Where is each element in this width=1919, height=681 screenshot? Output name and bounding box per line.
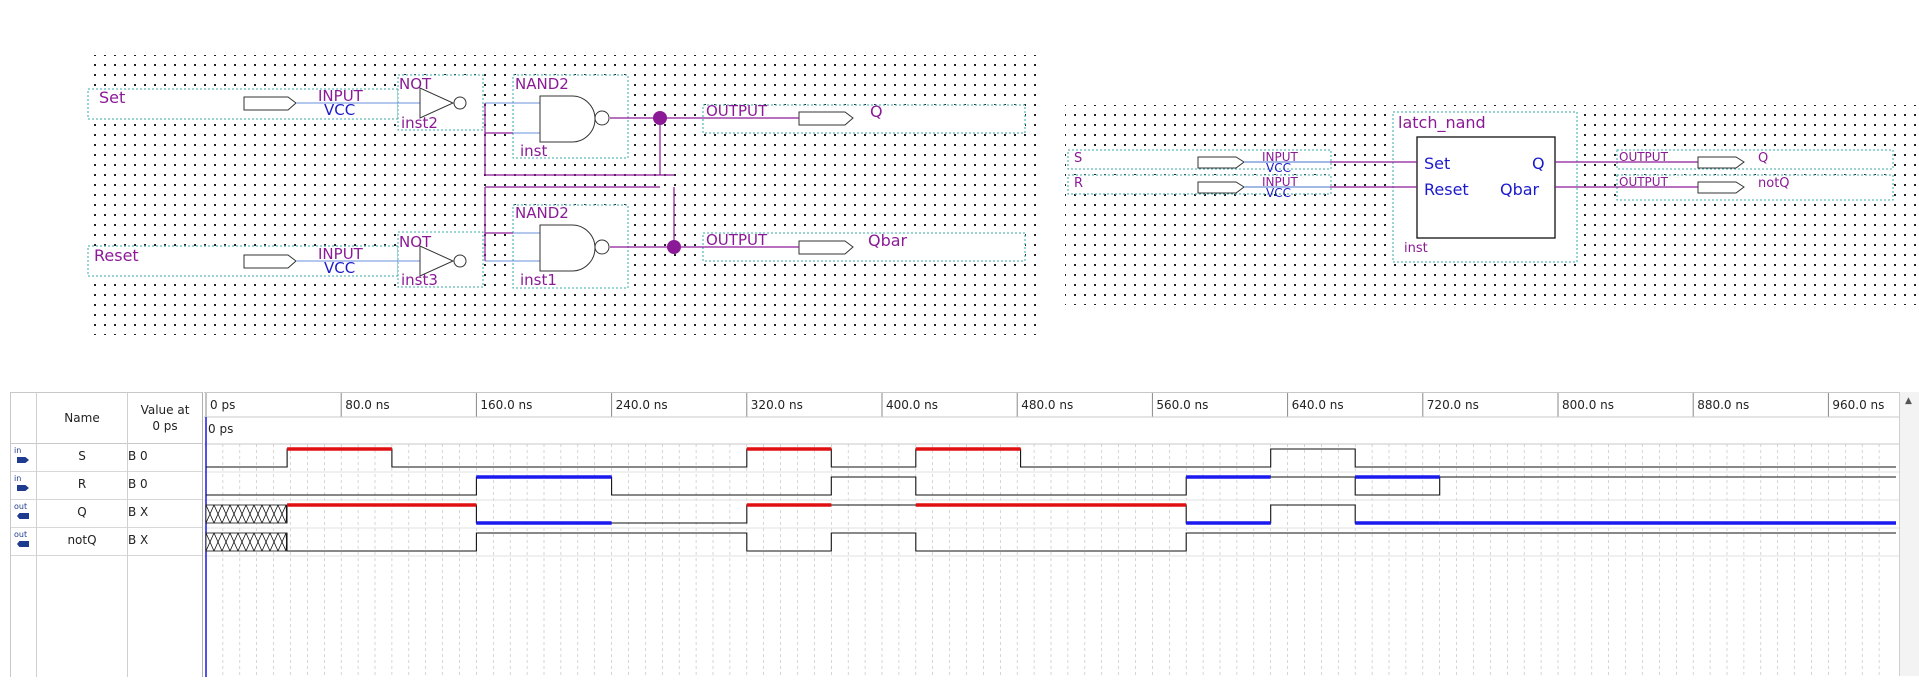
q-output-label: OUTPUT [1619, 150, 1669, 164]
schematic-canvas[interactable]: Set Reset INPUT VCC INPUT VCC NOT inst2 … [0, 0, 1919, 390]
signal-row-r[interactable]: in R B 0 [11, 472, 202, 500]
r-label: R [1074, 176, 1083, 191]
junction-dot-q [653, 111, 667, 125]
r-input-pin[interactable] [1197, 181, 1245, 194]
port-reset-label: Reset [1424, 180, 1469, 199]
signal-trace [287, 532, 1896, 552]
signal-row-s[interactable]: in S B 0 [11, 444, 202, 472]
port-q-label: Q [1532, 154, 1545, 173]
output-port-icon: out [13, 531, 35, 551]
input-port-icon: in [13, 447, 35, 467]
signal-value: B X [128, 533, 149, 547]
time-label: 720.0 ns [1427, 398, 1479, 412]
nand-top-label: NAND2 [515, 75, 569, 93]
signal-name: Q [77, 505, 87, 519]
output-port-icon: out [13, 503, 35, 523]
set-input-pin[interactable] [243, 96, 297, 111]
signal-value: B 0 [128, 449, 148, 463]
header-value-line2: 0 ps [152, 419, 178, 433]
input-port-icon: in [13, 475, 35, 495]
time-label: 480.0 ns [1021, 398, 1073, 412]
not-bottom-label: NOT [399, 233, 432, 251]
r-vcc-label: VCC [1266, 186, 1291, 200]
s-input-pin[interactable] [1197, 156, 1245, 169]
signal-name: notQ [67, 533, 97, 547]
signal-name: R [77, 477, 87, 491]
q-output-pin[interactable] [798, 111, 854, 126]
s-label: S [1074, 151, 1082, 166]
waveform-panel: Name Value at 0 ps in S B 0 in R B 0 out… [0, 390, 1919, 677]
waveform-area[interactable]: 0 ps 80.0 ns 160.0 ns 240.0 ns 320.0 ns 400.0… [204, 392, 1899, 677]
inst3-label: inst3 [401, 271, 438, 289]
q-out-name: Q [1758, 151, 1768, 166]
time-label: 160.0 ns [480, 398, 532, 412]
signal-table: Name Value at 0 ps in S B 0 in R B 0 out… [10, 392, 203, 677]
header-name[interactable]: Name [37, 393, 128, 444]
cursor-label: 0 ps [208, 422, 233, 436]
port-qbar-label: Qbar [1500, 180, 1540, 199]
reset-vcc-label: VCC [324, 259, 355, 277]
s-vcc-label: VCC [1266, 161, 1291, 175]
time-label: 800.0 ns [1562, 398, 1614, 412]
time-label: 240.0 ns [616, 398, 668, 412]
signal-row-q[interactable]: out Q B X [11, 500, 202, 528]
block-title: latch_nand [1398, 113, 1486, 133]
block-inst-label: inst [1404, 241, 1428, 256]
output-qbar-label: OUTPUT [706, 231, 768, 249]
reset-input-pin[interactable] [243, 254, 297, 269]
time-label: 80.0 ns [345, 398, 389, 412]
notq-out-name: notQ [1758, 176, 1790, 191]
nand-bottom-label: NAND2 [515, 204, 569, 222]
qbar-name-label: Qbar [868, 231, 908, 250]
reset-label: Reset [94, 246, 139, 265]
not-top-label: NOT [399, 75, 432, 93]
time-label: 880.0 ns [1697, 398, 1749, 412]
time-label: 320.0 ns [751, 398, 803, 412]
scroll-up-icon[interactable]: ▲ [1905, 396, 1912, 406]
signal-value: B 0 [128, 477, 148, 491]
col-divider [127, 393, 128, 677]
q-out-pin[interactable] [1697, 156, 1745, 169]
header-icon-column [11, 393, 37, 444]
signal-row-notq[interactable]: out notQ B X [11, 528, 202, 556]
time-label: 560.0 ns [1156, 398, 1208, 412]
inst2-label: inst2 [401, 114, 438, 132]
signal-name: S [78, 449, 86, 463]
time-label: 400.0 ns [886, 398, 938, 412]
vertical-scrollbar[interactable]: ▲ [1899, 392, 1919, 676]
header-value-line1: Value at [140, 403, 190, 417]
inst1-label: inst1 [520, 271, 557, 289]
signal-trace [287, 504, 1896, 524]
qbar-output-pin[interactable] [798, 240, 854, 255]
header-value[interactable]: Value at 0 ps [128, 393, 202, 444]
notq-output-label: OUTPUT [1619, 175, 1669, 189]
signal-value: B X [128, 505, 149, 519]
junction-dot-qbar [667, 240, 681, 254]
output-q-label: OUTPUT [706, 102, 768, 120]
col-divider [36, 393, 37, 677]
q-name-label: Q [870, 102, 883, 121]
time-label: 960.0 ns [1832, 398, 1884, 412]
time-label: 640.0 ns [1292, 398, 1344, 412]
inst-label: inst [520, 142, 547, 160]
notq-out-pin[interactable] [1697, 181, 1745, 194]
port-set-label: Set [1424, 154, 1450, 173]
time-label: 0 ps [210, 398, 235, 412]
set-vcc-label: VCC [324, 101, 355, 119]
set-label: Set [99, 88, 125, 107]
